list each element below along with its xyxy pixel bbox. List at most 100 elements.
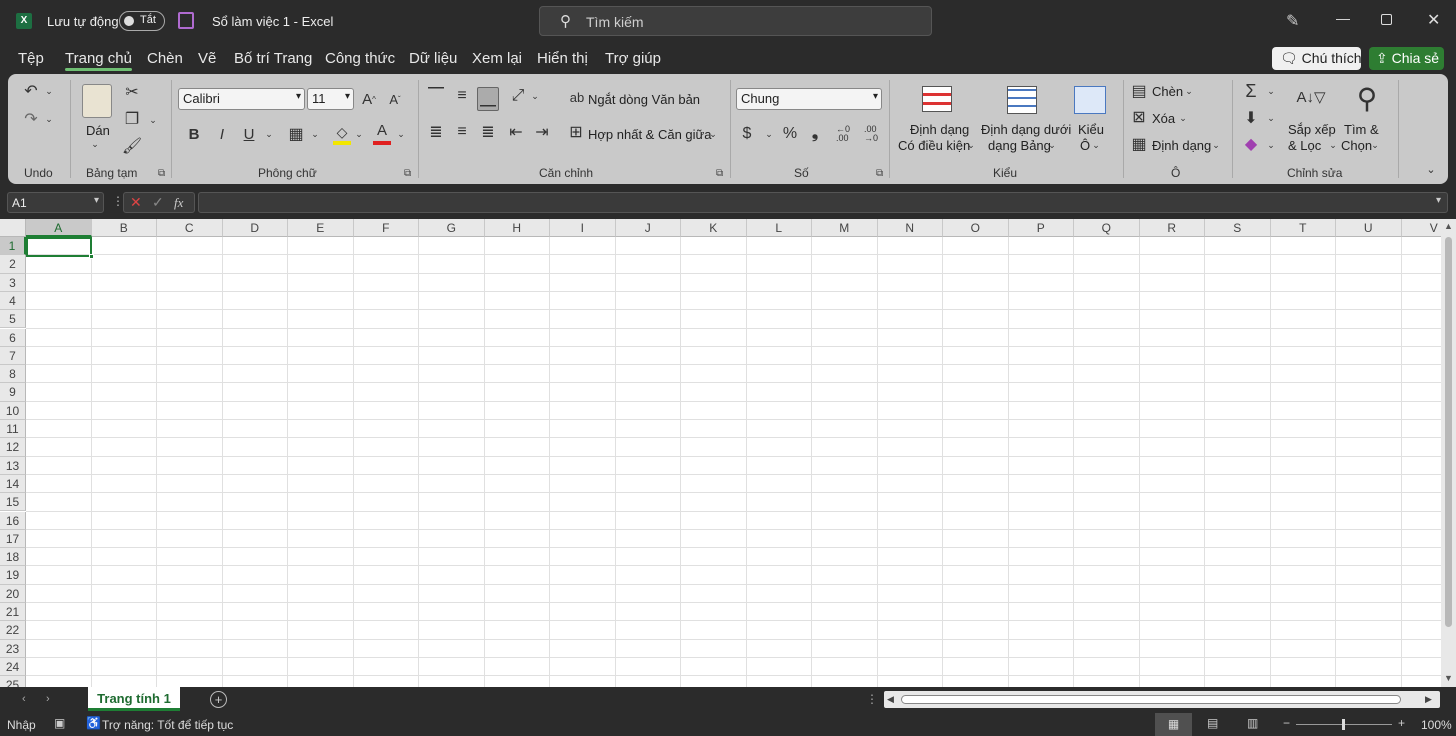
font-color-dropdown-icon[interactable]: ⌄ [396, 128, 406, 140]
conditional-formatting-dropdown-icon[interactable]: ⌄ [966, 138, 976, 152]
increase-indent-icon[interactable]: ⇥ [532, 122, 552, 142]
close-icon[interactable]: ✕ [1427, 10, 1440, 30]
clipboard-launcher-icon[interactable]: ⧉ [158, 168, 165, 179]
page-break-view-icon[interactable]: ▥ [1247, 716, 1258, 730]
cell-styles-icon[interactable] [1074, 86, 1106, 114]
align-left-icon[interactable]: ≣ [426, 122, 446, 142]
column-header[interactable]: M [812, 219, 878, 237]
bold-button[interactable]: B [184, 124, 204, 144]
currency-dropdown-icon[interactable]: ⌄ [764, 128, 774, 140]
page-layout-view-icon[interactable]: ▤ [1207, 716, 1218, 730]
decrease-indent-icon[interactable]: ⇤ [506, 122, 526, 142]
row-header[interactable]: 17 [0, 529, 26, 549]
column-header[interactable]: G [419, 219, 485, 237]
zoom-out-icon[interactable]: − [1283, 716, 1290, 730]
font-name-select[interactable]: Calibri ▾ [178, 88, 305, 110]
delete-cells-button[interactable]: Xóa [1152, 111, 1175, 126]
normal-view-icon[interactable]: ▦ [1155, 713, 1192, 736]
sheet-tab-active[interactable]: Trang tính 1 [88, 687, 180, 711]
undo-icon[interactable]: ↶ [20, 80, 42, 102]
row-header[interactable]: 10 [0, 401, 26, 420]
delete-dropdown-icon[interactable]: ⌄ [1178, 111, 1188, 125]
tab-insert[interactable]: Chèn [147, 50, 183, 67]
scroll-up-icon[interactable]: ▲ [1444, 221, 1453, 231]
name-box[interactable]: A1 ▾ [7, 192, 104, 213]
add-sheet-icon[interactable]: + [210, 691, 227, 708]
conditional-formatting-icon[interactable] [922, 86, 952, 112]
underline-button[interactable]: U [239, 124, 259, 144]
insert-cells-button[interactable]: Chèn [1152, 84, 1183, 99]
row-header[interactable]: 12 [0, 438, 26, 457]
clear-icon[interactable]: ◆ [1240, 134, 1262, 154]
column-header[interactable]: F [353, 219, 419, 237]
wrap-text-icon[interactable]: ab [568, 88, 586, 106]
row-header[interactable]: 11 [0, 420, 26, 439]
row-header[interactable]: 9 [0, 383, 26, 402]
row-header[interactable]: 3 [0, 273, 26, 292]
row-header[interactable]: 13 [0, 456, 26, 475]
orientation-dropdown-icon[interactable]: ⌄ [530, 90, 540, 102]
column-header[interactable]: L [746, 219, 812, 237]
row-header[interactable]: 5 [0, 310, 26, 329]
cell-styles-dropdown-icon[interactable]: ⌄ [1091, 138, 1101, 152]
enter-icon[interactable]: ✓ [152, 194, 164, 211]
decrease-font-icon[interactable]: Aˇ [386, 88, 404, 110]
collapse-ribbon-icon[interactable]: ⌄ [1424, 162, 1438, 176]
row-header[interactable]: 16 [0, 511, 26, 530]
row-header[interactable]: 14 [0, 474, 26, 494]
percent-button[interactable]: % [780, 124, 800, 144]
orientation-icon[interactable]: ⤢ [508, 86, 528, 106]
merge-center-icon[interactable]: ⊞ [566, 122, 586, 142]
save-icon[interactable] [178, 12, 194, 29]
undo-dropdown-icon[interactable]: ⌄ [44, 84, 54, 98]
format-cells-icon[interactable]: ▦ [1130, 135, 1148, 153]
align-middle-icon[interactable]: ≡ [452, 86, 472, 106]
formula-input[interactable]: ▾ [198, 192, 1448, 213]
find-select-dropdown-icon[interactable]: ⌄ [1370, 138, 1380, 152]
currency-button[interactable]: $ [738, 124, 756, 144]
active-cell[interactable] [26, 237, 92, 257]
zoom-in-icon[interactable]: + [1398, 716, 1405, 730]
macro-record-icon[interactable]: ▣ [54, 716, 65, 730]
underline-dropdown-icon[interactable]: ⌄ [264, 128, 274, 140]
conditional-formatting-line1[interactable]: Định dạng [910, 122, 969, 137]
wrap-text-button[interactable]: Ngắt dòng Văn bản [588, 92, 700, 107]
row-header[interactable]: 15 [0, 493, 26, 512]
font-color-icon[interactable]: A [372, 122, 392, 145]
horizontal-scrollbar[interactable]: ◀ ▶ [884, 691, 1440, 708]
tab-data[interactable]: Dữ liệu [409, 50, 457, 67]
insert-cells-icon[interactable]: ▤ [1130, 82, 1148, 100]
italic-button[interactable]: I [212, 124, 232, 144]
hscroll-thumb[interactable] [901, 695, 1401, 704]
paste-label[interactable]: Dán [86, 123, 110, 138]
column-header[interactable]: D [222, 219, 288, 237]
row-header[interactable]: 1 [0, 237, 26, 256]
autosum-icon[interactable]: Σ [1240, 80, 1262, 102]
column-header[interactable]: N [877, 219, 943, 237]
tab-file[interactable]: Tệp [18, 50, 44, 67]
comments-button[interactable]: 🗨 Chú thích [1272, 47, 1362, 70]
format-as-table-line1[interactable]: Định dạng dưới [981, 122, 1071, 137]
align-right-icon[interactable]: ≣ [478, 122, 498, 142]
comma-button[interactable]: ❟ [808, 124, 822, 144]
column-header[interactable]: R [1139, 219, 1205, 237]
expand-formula-icon[interactable]: ▾ [1436, 195, 1441, 206]
search-box[interactable]: ⚲ Tìm kiếm [539, 6, 932, 36]
column-header[interactable]: B [91, 219, 157, 237]
font-size-select[interactable]: 11 ▾ [307, 88, 354, 110]
sort-filter-icon[interactable]: A↓▽ [1293, 82, 1329, 112]
column-header[interactable]: T [1270, 219, 1336, 237]
row-header[interactable]: 20 [0, 584, 26, 603]
zoom-slider[interactable] [1296, 719, 1392, 730]
cut-icon[interactable]: ✂ [122, 82, 142, 102]
worksheet-grid[interactable]: ABCDEFGHIJKLMNOPQRSTUV 1 2 3 4 5 6 7 8 9 10 11 12 13… [0, 219, 1441, 687]
scroll-right-icon[interactable]: ▶ [1425, 694, 1432, 705]
accessibility-status[interactable]: Trợ năng: Tốt để tiếp tục [102, 718, 233, 732]
delete-cells-icon[interactable]: ⊠ [1130, 108, 1148, 126]
scroll-down-icon[interactable]: ▼ [1444, 673, 1453, 683]
row-header[interactable]: 22 [0, 621, 26, 640]
row-header[interactable]: 19 [0, 566, 26, 585]
borders-icon[interactable]: ▦ [286, 124, 306, 144]
column-header[interactable]: K [681, 219, 747, 237]
fill-color-icon[interactable]: ◇ [332, 124, 352, 145]
